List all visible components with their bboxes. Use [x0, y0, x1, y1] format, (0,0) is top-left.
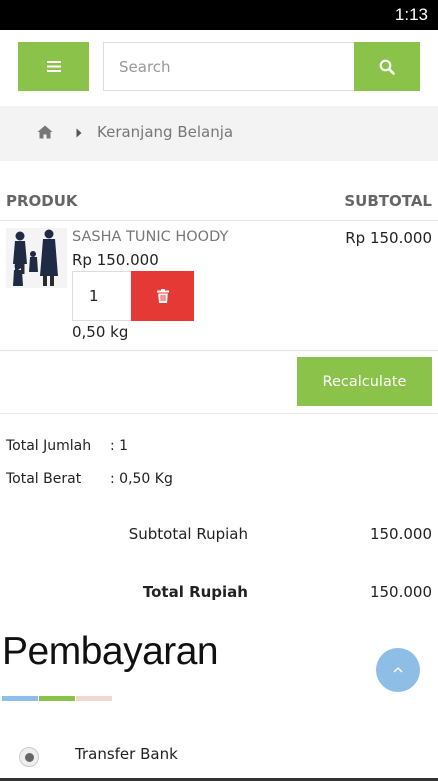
- radio-dot: [24, 752, 34, 762]
- status-bar: 1:13: [0, 0, 438, 30]
- total-berat-label: Total Berat: [6, 471, 82, 487]
- payment-option-label[interactable]: Transfer Bank: [75, 745, 178, 763]
- product-name[interactable]: SASHA TUNIC HOODY: [72, 229, 228, 245]
- total-berat-value: : 0,50 Kg: [110, 471, 173, 487]
- status-time: 1:13: [394, 5, 428, 24]
- search-button[interactable]: [354, 42, 420, 91]
- column-header-product: PRODUK: [6, 192, 78, 210]
- column-header-subtotal: SUBTOTAL: [344, 192, 432, 210]
- caret-right-icon: [76, 128, 82, 138]
- total-rupiah-label: Total Rupiah: [142, 583, 248, 601]
- scroll-to-top-button[interactable]: [376, 648, 420, 692]
- quantity-input[interactable]: [72, 271, 132, 321]
- breadcrumb: Keranjang Belanja: [0, 106, 438, 161]
- search-icon: [379, 59, 395, 75]
- payment-radio-transfer-bank[interactable]: [19, 747, 39, 767]
- underline-segment: [2, 696, 38, 701]
- total-jumlah-value: : 1: [110, 438, 129, 454]
- recalculate-button[interactable]: Recalculate: [297, 357, 432, 406]
- underline-segment: [39, 696, 75, 701]
- delete-item-button[interactable]: [131, 271, 194, 321]
- trash-icon: [156, 289, 169, 303]
- total-jumlah-label: Total Jumlah: [6, 438, 92, 454]
- underline-segment: [76, 696, 112, 701]
- divider: [0, 220, 438, 221]
- subtotal-rupiah-label: Subtotal Rupiah: [128, 525, 248, 543]
- divider: [0, 413, 438, 414]
- product-subtotal: Rp 150.000: [345, 229, 432, 247]
- chevron-up-icon: [393, 667, 403, 673]
- home-icon[interactable]: [37, 125, 53, 139]
- product-thumbnail[interactable]: [6, 228, 67, 288]
- payment-title: Pembayaran: [2, 630, 219, 673]
- product-weight: 0,50 kg: [72, 323, 129, 341]
- subtotal-rupiah-value: 150.000: [369, 525, 432, 543]
- total-rupiah-value: 150.000: [369, 583, 432, 601]
- search-input[interactable]: [103, 42, 355, 91]
- breadcrumb-current[interactable]: Keranjang Belanja: [97, 123, 233, 141]
- hamburger-icon: [46, 61, 61, 72]
- divider: [0, 350, 438, 351]
- product-price: Rp 150.000: [72, 251, 159, 269]
- menu-button[interactable]: [18, 42, 89, 91]
- title-underline: [2, 696, 112, 701]
